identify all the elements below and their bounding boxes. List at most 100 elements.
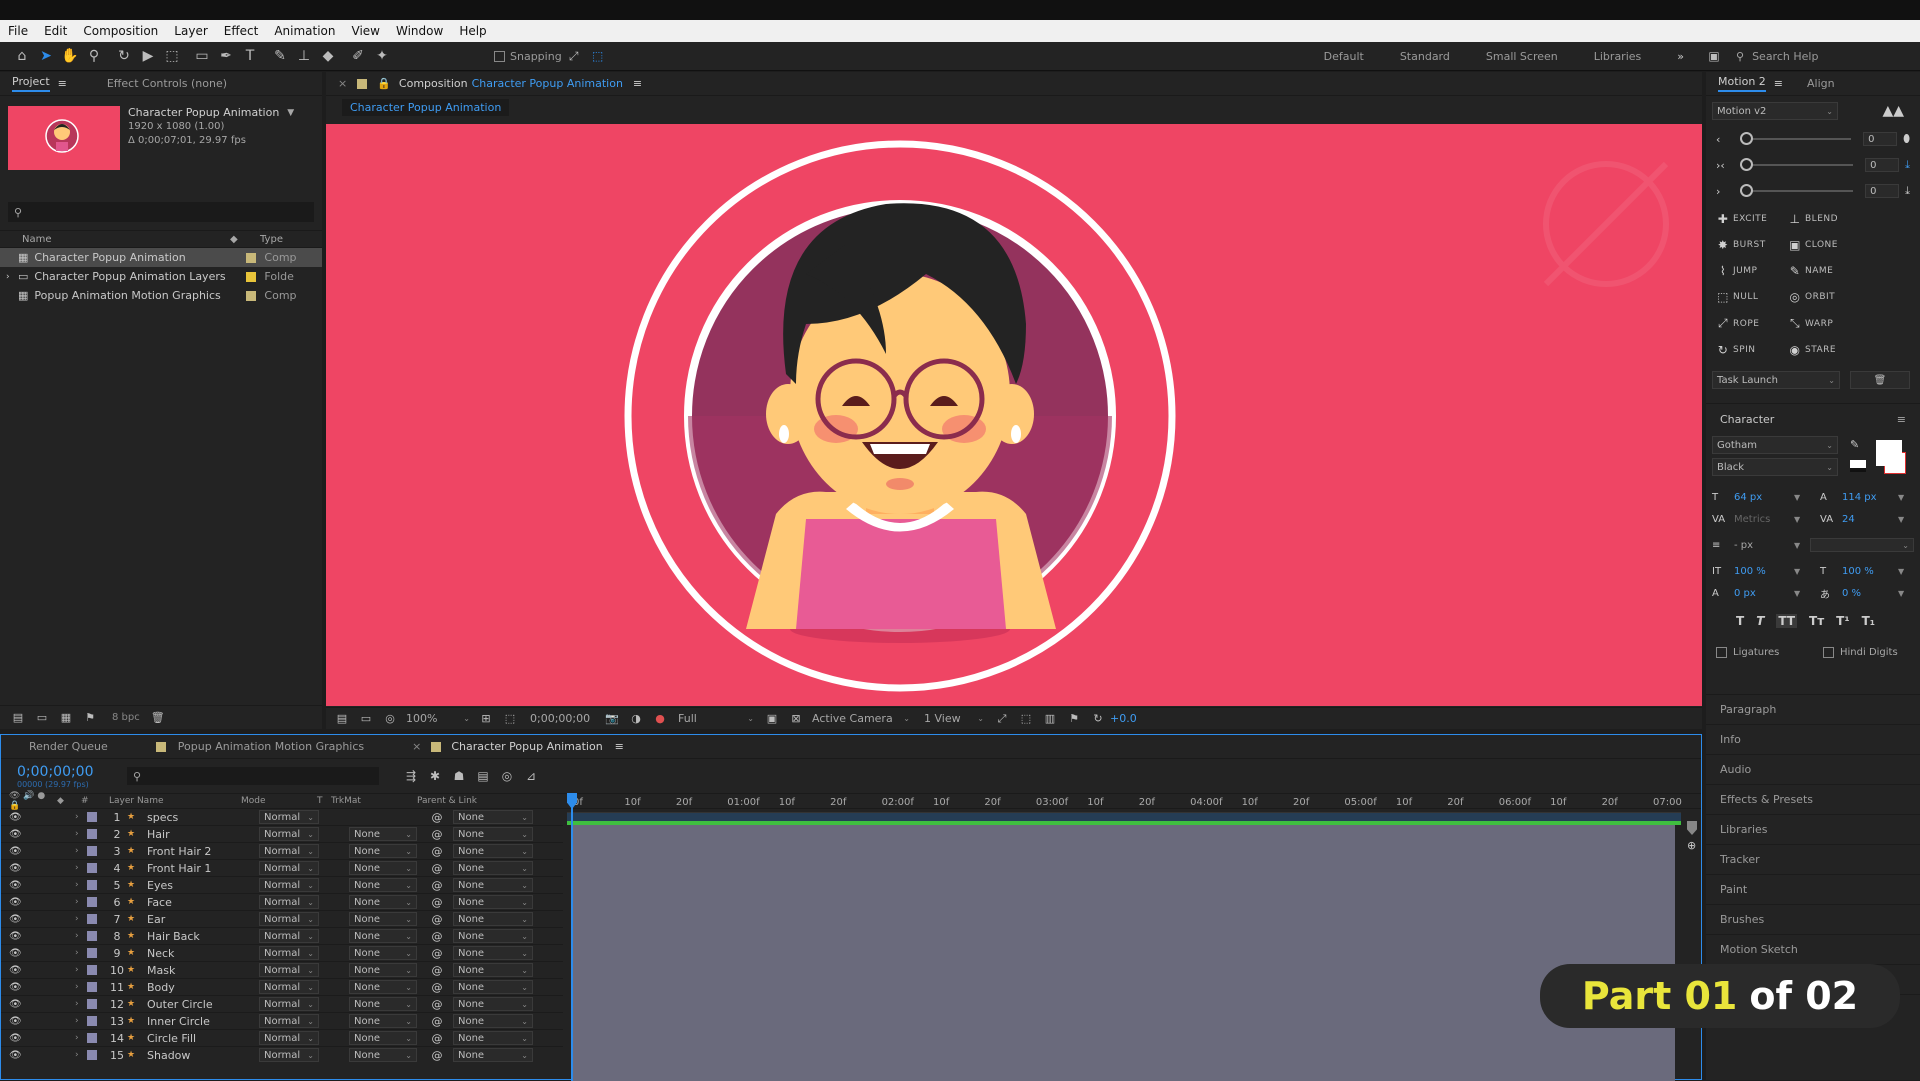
label-icon[interactable]: ◆ [230,234,260,245]
column-layer-name[interactable]: Layer Name [109,796,241,806]
label-color-swatch[interactable] [87,982,97,992]
view-layout-dropdown[interactable]: 1 View ⌄ [924,712,984,725]
column-mode[interactable]: Mode [241,796,317,806]
blend-mode-dropdown[interactable]: Normal ⌄ [259,861,319,875]
layer-row[interactable]: 👁 › 15 ★ Shadow Normal ⌄ None ⌄ @ None ⌄ [1,1047,563,1063]
panel-menu-icon[interactable]: ≡ [1897,413,1906,426]
home-icon[interactable]: ⌂ [10,44,34,68]
layer-row[interactable]: 👁 › 13 ★ Inner Circle Normal ⌄ None ⌄ @ None ⌄ [1,1013,563,1030]
pick-whip-icon[interactable]: @ [427,998,447,1011]
toggle-pixel-aspect-icon[interactable]: ⤢ [990,707,1014,731]
ease-out-slider[interactable] [1740,184,1854,197]
panel-libraries[interactable]: Libraries [1706,815,1920,845]
panel-motion-sketch[interactable]: Motion Sketch [1706,935,1920,965]
show-snapshot-icon[interactable]: ◑ [624,707,648,731]
label-color-swatch[interactable] [87,829,97,839]
tab-render-queue[interactable]: Render Queue [1,735,120,758]
font-size-value[interactable]: 64 px [1734,492,1794,503]
trash-icon[interactable]: 🗑 [146,706,170,730]
visibility-eye-icon[interactable]: 👁 [1,829,25,840]
pan-behind-tool-icon[interactable]: ⬚ [160,44,184,68]
menu-layer[interactable]: Layer [166,24,215,38]
layer-row[interactable]: 👁 › 12 ★ Outer Circle Normal ⌄ None ⌄ @ None ⌄ [1,996,563,1013]
expand-arrow-icon[interactable]: › [75,1016,87,1026]
blend-mode-dropdown[interactable]: Normal ⌄ [259,929,319,943]
transparency-grid-icon[interactable]: ⊠ [784,707,808,731]
region-of-interest-icon[interactable]: ▣ [760,707,784,731]
trkmat-dropdown[interactable]: None ⌄ [349,929,417,943]
visibility-eye-icon[interactable]: 👁 [1,1016,25,1027]
vertical-scale-value[interactable]: 100 % [1734,566,1794,577]
layer-row[interactable]: 👁 › 6 ★ Face Normal ⌄ None ⌄ @ None ⌄ [1,894,563,911]
interpret-footage-icon[interactable]: ▤ [6,706,30,730]
new-folder-icon[interactable]: ▭ [30,706,54,730]
current-time-display[interactable]: 0;00;00;00 [530,712,600,725]
blend-mode-dropdown[interactable]: Normal ⌄ [259,1031,319,1045]
layer-row[interactable]: 👁 › 3 ★ Front Hair 2 Normal ⌄ None ⌄ @ None ⌄ [1,843,563,860]
expand-arrow-icon[interactable]: › [75,948,87,958]
motion-stare-button[interactable]: ◉ STARE [1788,343,1860,357]
layer-name[interactable]: Body [141,981,259,994]
faux-italic-button[interactable]: T [1756,614,1764,628]
project-item[interactable]: ▦ Popup Animation Motion Graphics Comp [0,286,322,305]
pick-whip-icon[interactable]: @ [427,845,447,858]
comp-button-icon[interactable]: ⊕ [1687,839,1696,852]
motion-blend-button[interactable]: ⊥ BLEND [1788,212,1860,226]
expand-arrow-icon[interactable]: › [75,999,87,1009]
panel-info[interactable]: Info [1706,725,1920,755]
pick-whip-icon[interactable]: @ [427,947,447,960]
label-color-swatch[interactable] [87,1016,97,1026]
blend-mode-dropdown[interactable]: Normal ⌄ [259,827,319,841]
fill-color-swatch[interactable] [1876,440,1902,466]
layer-name[interactable]: Mask [141,964,259,977]
graph-link-icon[interactable]: ⤓ [1905,158,1910,172]
visibility-eye-icon[interactable]: 👁 [1,948,25,959]
new-composition-icon[interactable]: ▦ [54,706,78,730]
eyedropper-icon[interactable]: ✎ [1850,438,1859,451]
workspace-layout-icon[interactable]: ▣ [1702,44,1726,68]
draft-3d-icon[interactable]: ✱ [423,764,447,788]
visibility-eye-icon[interactable]: 👁 [1,999,25,1010]
label-color-swatch[interactable] [87,863,97,873]
panel-menu-icon[interactable]: ≡ [615,740,624,753]
camera-dropdown[interactable]: Active Camera ⌄ [812,712,910,725]
zoom-dropdown[interactable]: 100% ⌄ [406,712,470,725]
label-color-swatch[interactable] [87,880,97,890]
parent-dropdown[interactable]: None ⌄ [453,963,533,977]
timeline-icon[interactable]: ▥ [1038,707,1062,731]
project-search-input[interactable]: ⚲ [8,202,314,222]
superscript-button[interactable]: T¹ [1836,614,1849,628]
trkmat-dropdown[interactable]: None ⌄ [349,861,417,875]
fast-previews-icon[interactable]: ⬚ [1014,707,1038,731]
channel-icon[interactable]: ● [648,707,672,731]
menu-help[interactable]: Help [451,24,494,38]
expand-arrow-icon[interactable]: › [75,897,87,907]
layer-name[interactable]: Shadow [141,1049,259,1062]
pick-whip-icon[interactable]: @ [427,896,447,909]
slider-handle[interactable] [1740,132,1753,145]
layer-name[interactable]: Eyes [141,879,259,892]
trkmat-dropdown[interactable]: None ⌄ [349,997,417,1011]
motion-excite-button[interactable]: ✚ EXCITE [1716,212,1788,226]
layer-row[interactable]: 👁 › 9 ★ Neck Normal ⌄ None ⌄ @ None ⌄ [1,945,563,962]
mask-visibility-icon[interactable]: ⬚ [498,707,522,731]
layer-name[interactable]: Front Hair 2 [141,845,259,858]
kerning-value[interactable]: Metrics [1734,514,1794,525]
tracking-value[interactable]: 24 [1842,514,1898,525]
visibility-eye-icon[interactable]: 👁 [1,1033,25,1044]
menu-file[interactable]: File [0,24,36,38]
ease-both-value[interactable]: 0 [1865,158,1900,172]
visibility-eye-icon[interactable]: 👁 [1,846,25,857]
label-color-swatch[interactable] [87,914,97,924]
expand-arrow-icon[interactable]: › [75,846,87,856]
parent-dropdown[interactable]: None ⌄ [453,895,533,909]
label-color-swatch[interactable] [87,999,97,1009]
faux-bold-button[interactable]: T [1736,614,1744,628]
parent-dropdown[interactable]: None ⌄ [453,929,533,943]
label-color-swatch[interactable] [87,931,97,941]
blend-mode-dropdown[interactable]: Normal ⌄ [259,810,319,824]
camera-tool-icon[interactable]: ▶ [136,44,160,68]
pick-whip-icon[interactable]: @ [427,879,447,892]
trkmat-dropdown[interactable]: None ⌄ [349,946,417,960]
close-icon[interactable]: × [338,77,347,90]
